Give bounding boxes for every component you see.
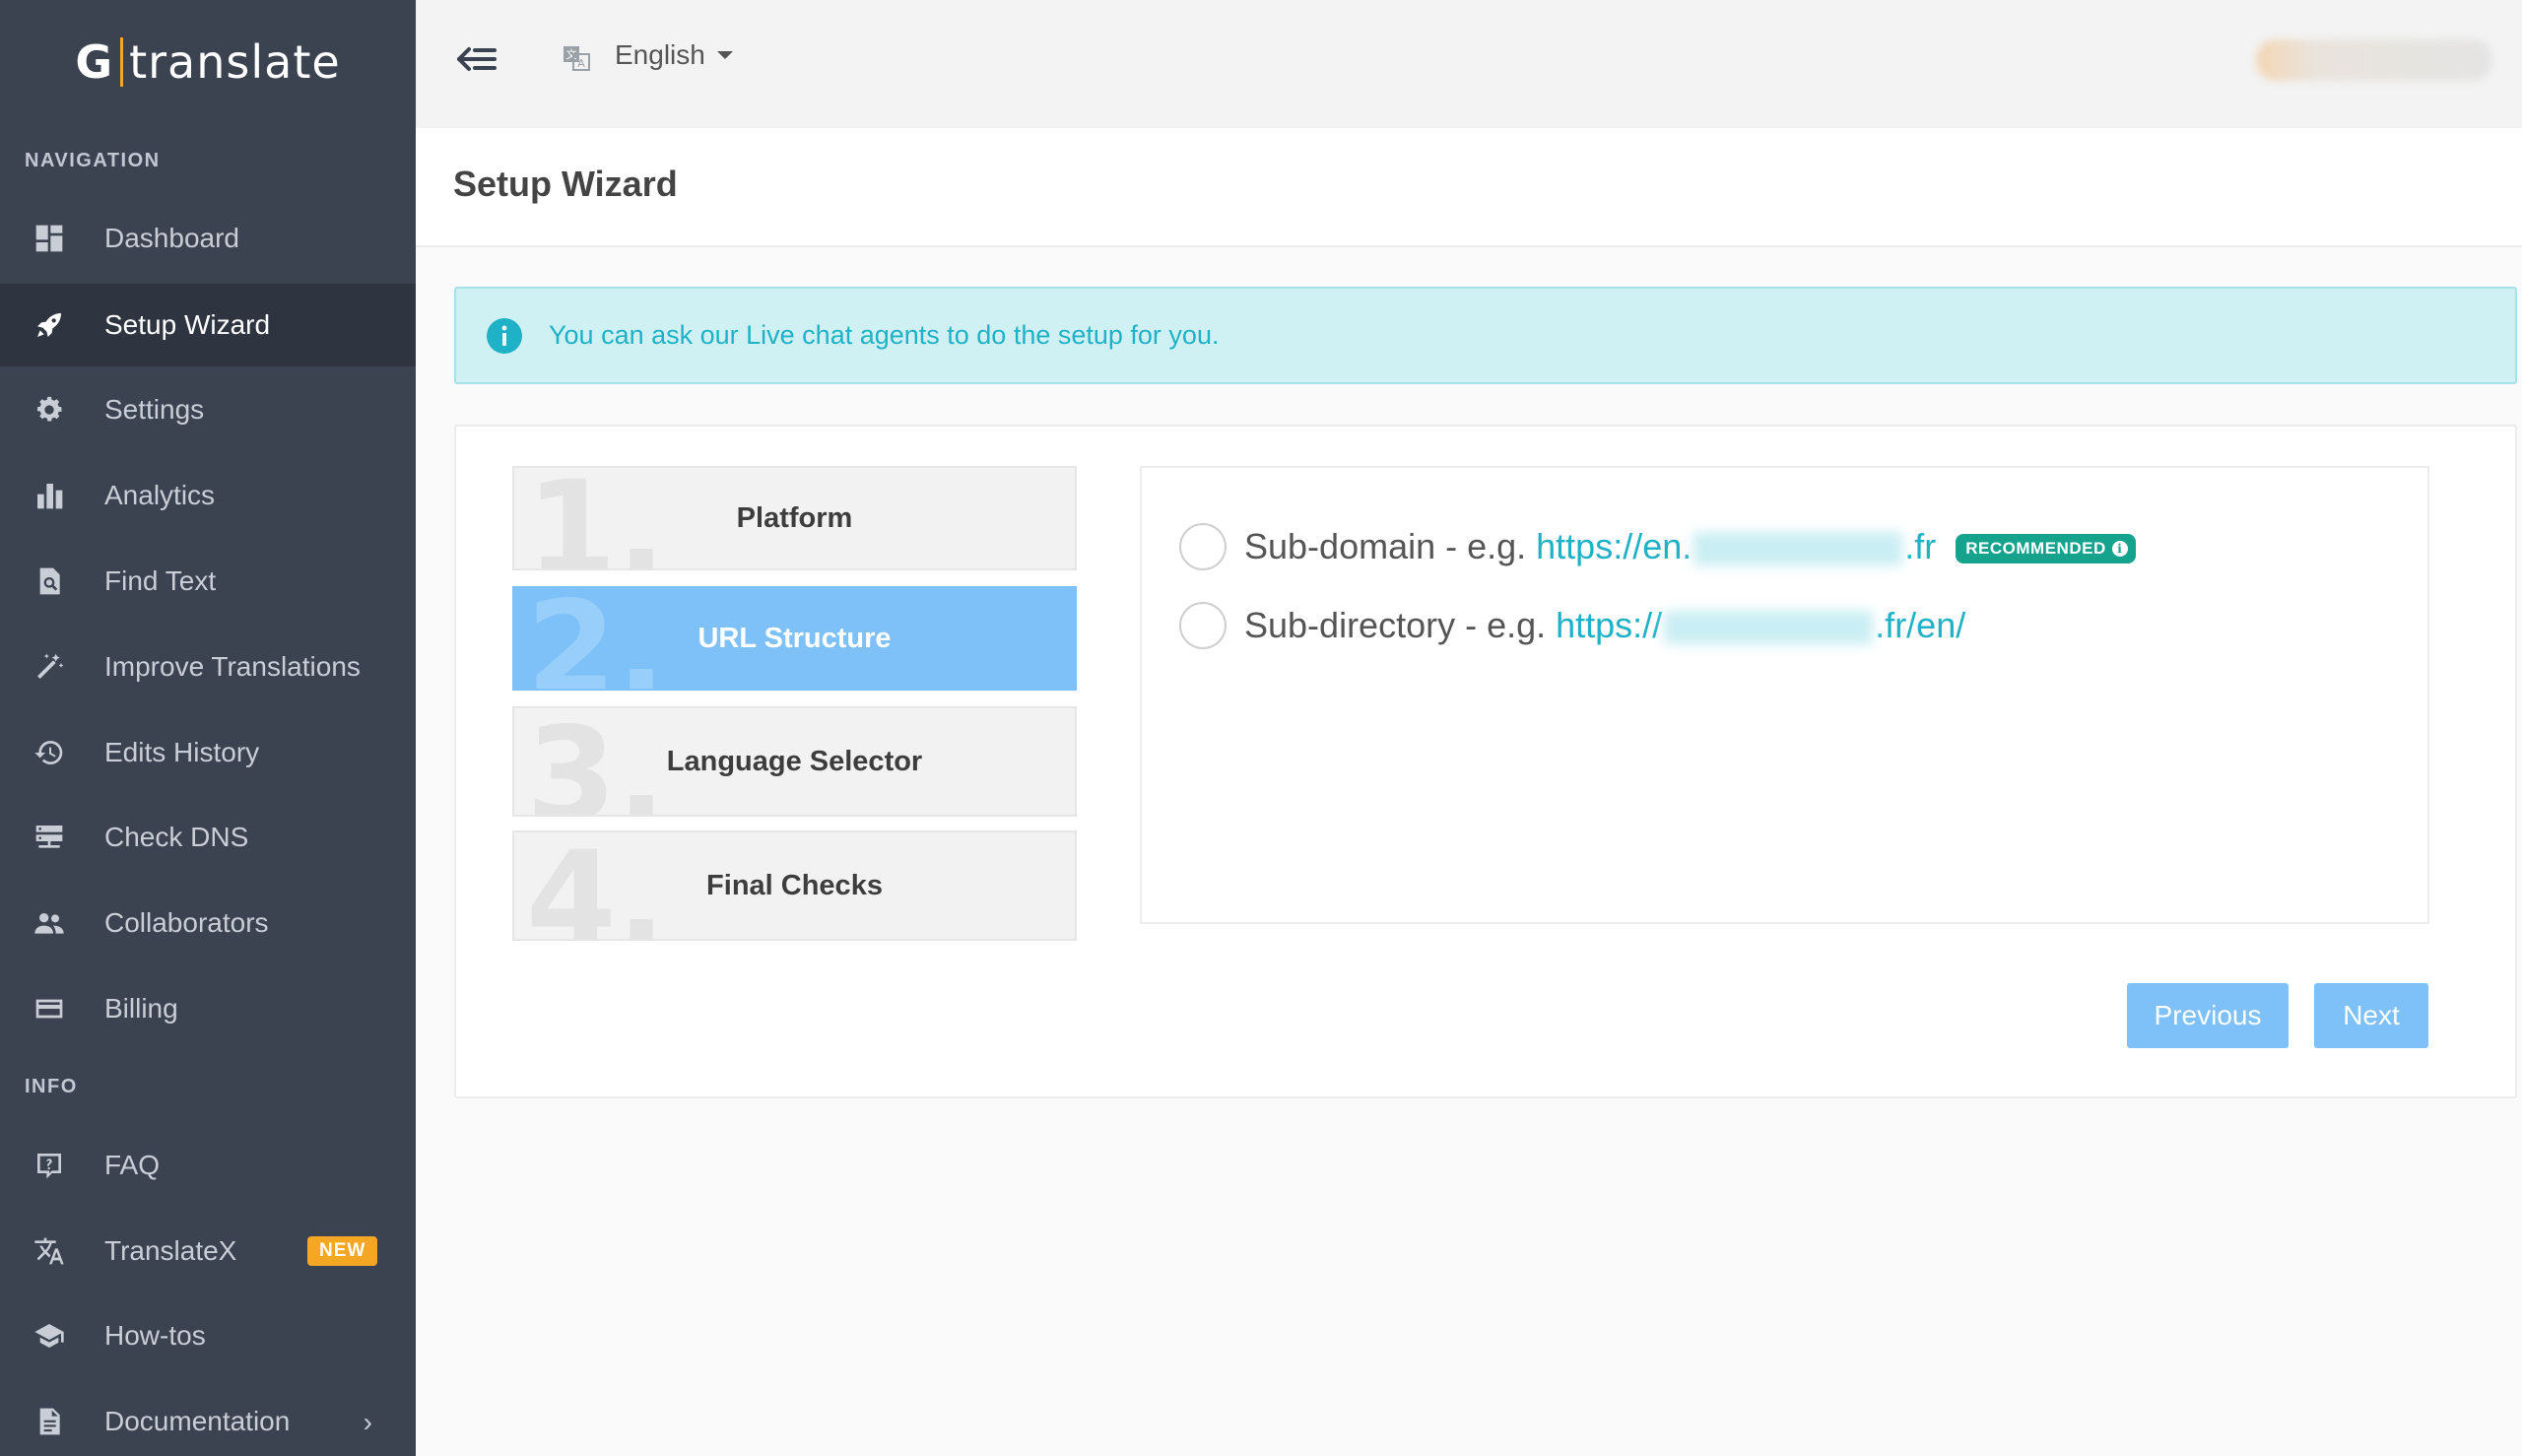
step-label: Language Selector bbox=[666, 745, 923, 777]
example-url-end: .fr/en/ bbox=[1875, 605, 1966, 645]
language-dropdown[interactable]: English bbox=[615, 39, 733, 71]
info-alert: You can ask our Live chat agents to do t… bbox=[454, 287, 2517, 384]
sidebar-item-edits-history[interactable]: Edits History bbox=[0, 711, 416, 794]
user-account-menu[interactable] bbox=[2256, 39, 2492, 81]
previous-button[interactable]: Previous bbox=[2127, 983, 2289, 1048]
sidebar-item-label: Check DNS bbox=[104, 822, 249, 852]
alert-text: You can ask our Live chat agents to do t… bbox=[549, 320, 1220, 350]
svg-text:A: A bbox=[577, 57, 585, 70]
sidebar-item-translatex[interactable]: TranslateX NEW bbox=[0, 1210, 416, 1292]
sidebar-item-improve-translations[interactable]: Improve Translations bbox=[0, 626, 416, 708]
url-structure-options: Sub-domain - e.g. https://en. .fr RECOMME… bbox=[1140, 466, 2429, 924]
nav-section-heading: NAVIGATION bbox=[25, 150, 161, 171]
sidebar-item-label: Improve Translations bbox=[104, 651, 361, 682]
sidebar-item-documentation[interactable]: Documentation › bbox=[0, 1380, 416, 1456]
logo-divider bbox=[120, 37, 124, 87]
subdomain-option-text: Sub-domain - e.g. https://en. .fr RECOMME… bbox=[1244, 526, 2136, 567]
step-label: Final Checks bbox=[706, 869, 883, 901]
users-icon bbox=[32, 905, 67, 941]
sidebar-item-collaborators[interactable]: Collaborators bbox=[0, 882, 416, 964]
wizard-step-url-structure[interactable]: 2. URL Structure bbox=[512, 586, 1077, 691]
subdirectory-radio[interactable] bbox=[1179, 602, 1227, 649]
recommended-badge: RECOMMENDED i bbox=[1956, 534, 2136, 564]
subdomain-option[interactable]: Sub-domain - e.g. https://en. .fr RECOMME… bbox=[1179, 523, 2136, 570]
page-title: Setup Wizard bbox=[453, 164, 678, 204]
sidebar-item-label: FAQ bbox=[104, 1150, 161, 1180]
sidebar-item-label: TranslateX bbox=[104, 1235, 237, 1266]
example-url-end: .fr bbox=[1904, 526, 1937, 566]
gtranslate-logo[interactable]: G translate bbox=[0, 30, 416, 95]
sidebar-item-label: Setup Wizard bbox=[104, 309, 271, 340]
sidebar-item-label: Documentation bbox=[104, 1406, 291, 1436]
chevron-down-icon bbox=[716, 51, 733, 59]
option-prefix: Sub-domain - e.g. bbox=[1244, 526, 1537, 566]
page-header: Setup Wizard bbox=[416, 128, 2522, 247]
bar-chart-icon bbox=[32, 478, 67, 513]
sidebar-item-label: Find Text bbox=[104, 565, 217, 596]
wizard-card: 1. Platform 2. URL Structure 3. Language… bbox=[454, 425, 2517, 1098]
magic-wand-icon bbox=[32, 649, 67, 685]
translate-icon bbox=[32, 1233, 67, 1269]
example-url-start: https://en. bbox=[1536, 526, 1692, 566]
logo-g: G bbox=[75, 35, 113, 89]
graduation-cap-icon bbox=[32, 1318, 67, 1354]
chevron-right-icon: › bbox=[363, 1407, 372, 1437]
find-file-icon bbox=[32, 563, 67, 599]
wizard-step-language-selector[interactable]: 3. Language Selector bbox=[512, 706, 1077, 817]
sidebar-item-label: Settings bbox=[104, 394, 205, 425]
info-icon bbox=[486, 317, 523, 355]
sidebar-item-label: Analytics bbox=[104, 480, 216, 510]
help-icon bbox=[32, 1148, 67, 1183]
rocket-icon bbox=[32, 307, 67, 343]
sidebar-item-label: Collaborators bbox=[104, 907, 269, 938]
language-dropdown-label: English bbox=[615, 39, 705, 70]
wizard-step-final-checks[interactable]: 4. Final Checks bbox=[512, 830, 1077, 941]
logo-word: translate bbox=[129, 35, 341, 89]
sidebar-item-dashboard[interactable]: Dashboard bbox=[0, 197, 416, 280]
sidebar: G translate NAVIGATION Dashboard Setup W… bbox=[0, 0, 416, 1456]
sidebar-item-settings[interactable]: Settings bbox=[0, 368, 416, 451]
server-icon bbox=[32, 820, 67, 855]
language-icon: 文 A bbox=[562, 43, 591, 73]
sidebar-item-check-dns[interactable]: Check DNS bbox=[0, 796, 416, 879]
subdirectory-option-text: Sub-directory - e.g. https:// .fr/en/ bbox=[1244, 605, 1965, 646]
sidebar-item-label: Edits History bbox=[104, 737, 260, 767]
subdirectory-option[interactable]: Sub-directory - e.g. https:// .fr/en/ bbox=[1179, 602, 1965, 649]
collapse-sidebar-icon[interactable] bbox=[455, 37, 498, 81]
sidebar-item-analytics[interactable]: Analytics bbox=[0, 454, 416, 537]
step-label: URL Structure bbox=[697, 622, 892, 654]
step-label: Platform bbox=[736, 501, 853, 534]
document-icon bbox=[32, 1404, 67, 1439]
credit-card-icon bbox=[32, 991, 67, 1026]
wizard-step-platform[interactable]: 1. Platform bbox=[512, 466, 1077, 570]
next-button[interactable]: Next bbox=[2314, 983, 2428, 1048]
option-prefix: Sub-directory - e.g. bbox=[1244, 605, 1557, 645]
redacted-domain bbox=[1664, 611, 1874, 645]
new-badge: NEW bbox=[307, 1236, 378, 1266]
topbar: 文 A English bbox=[416, 0, 2522, 128]
history-icon bbox=[32, 735, 67, 770]
sidebar-item-faq[interactable]: FAQ bbox=[0, 1124, 416, 1207]
example-url-start: https:// bbox=[1556, 605, 1663, 645]
redacted-domain bbox=[1693, 532, 1903, 566]
sidebar-item-billing[interactable]: Billing bbox=[0, 967, 416, 1050]
sidebar-item-label: Billing bbox=[104, 993, 178, 1024]
sidebar-item-find-text[interactable]: Find Text bbox=[0, 540, 416, 623]
subdomain-radio[interactable] bbox=[1179, 523, 1227, 570]
info-section-heading: INFO bbox=[25, 1076, 78, 1097]
sidebar-item-label: Dashboard bbox=[104, 223, 239, 253]
sidebar-item-label: How-tos bbox=[104, 1320, 206, 1351]
sidebar-item-how-tos[interactable]: How-tos bbox=[0, 1294, 416, 1377]
info-icon: i bbox=[2111, 541, 2128, 558]
gear-icon bbox=[32, 392, 67, 428]
recommended-badge-label: RECOMMENDED bbox=[1965, 539, 2106, 559]
dashboard-icon bbox=[32, 221, 67, 256]
sidebar-item-setup-wizard[interactable]: Setup Wizard bbox=[0, 284, 416, 366]
